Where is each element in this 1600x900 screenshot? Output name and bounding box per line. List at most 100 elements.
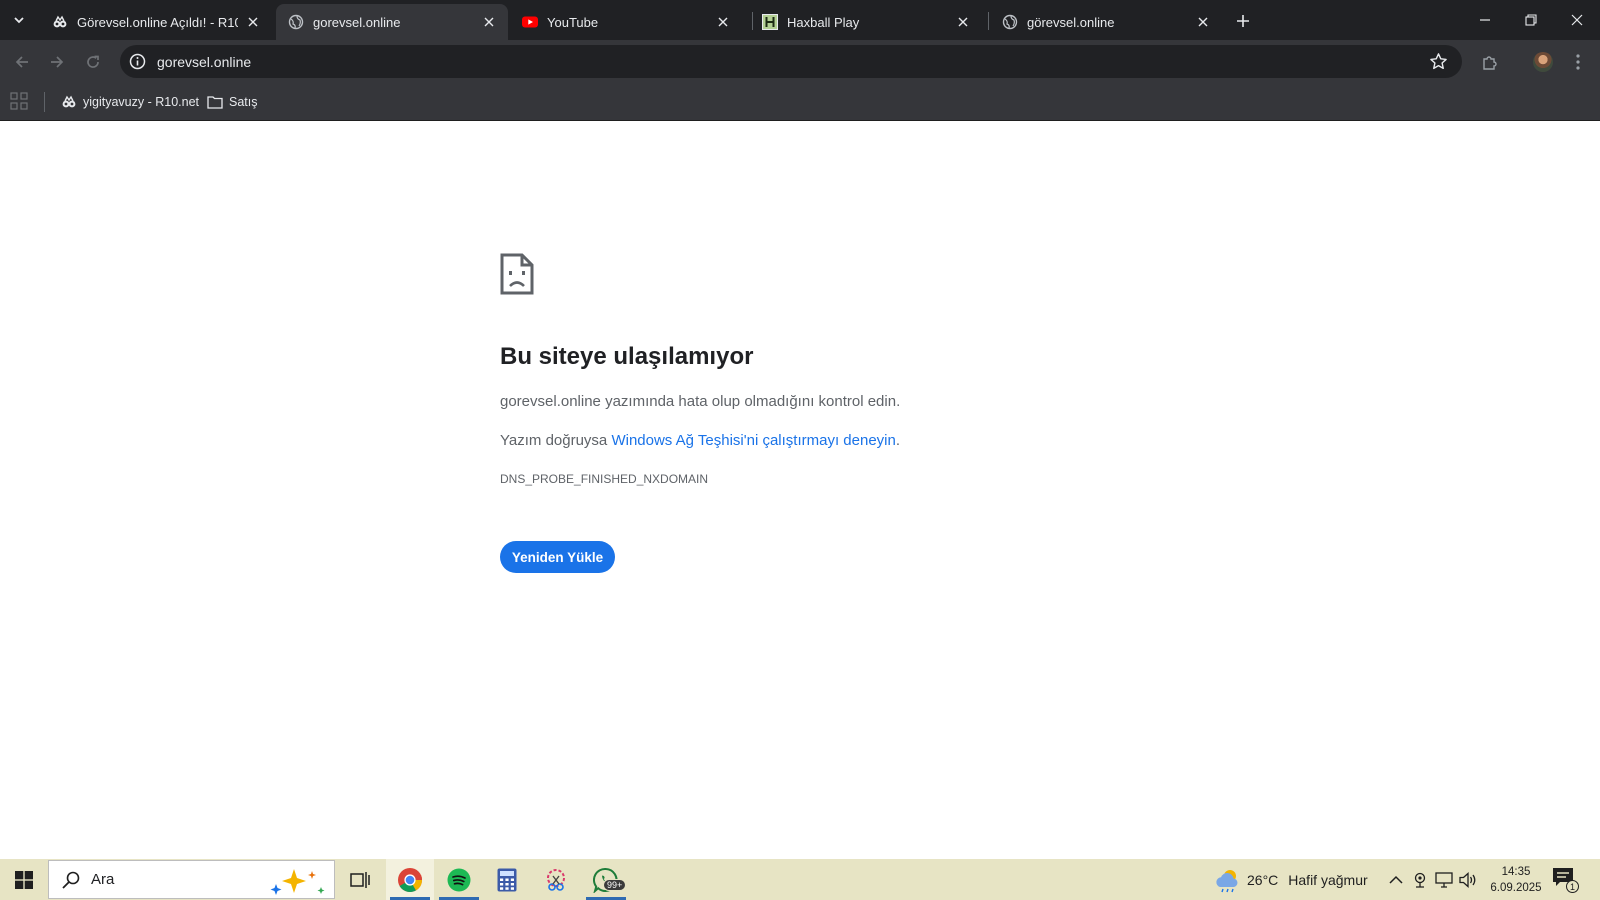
tab-gorevsel-active[interactable]: gorevsel.online	[276, 4, 508, 40]
taskbar-spotify[interactable]	[435, 859, 483, 900]
forward-button[interactable]	[43, 48, 71, 76]
tab-r10[interactable]: Görevsel.online Açıldı! - R10.net	[40, 4, 272, 40]
tab-search-button[interactable]	[5, 5, 33, 35]
r10-icon	[61, 94, 77, 110]
volume-button[interactable]	[1458, 870, 1478, 890]
restore-icon	[1525, 14, 1537, 26]
task-view-button[interactable]	[336, 859, 384, 900]
chrome-icon	[398, 867, 423, 892]
weather-widget[interactable]: 26°C Hafif yağmur	[1215, 859, 1368, 900]
meet-now-button[interactable]	[1410, 870, 1430, 890]
network-icon	[1435, 872, 1453, 888]
tab-title: Görevsel.online Açıldı! - R10.net	[77, 14, 238, 30]
notification-count: 1	[1566, 880, 1579, 893]
tab-gorevsel-2[interactable]: görevsel.online	[990, 4, 1222, 40]
folder-icon	[207, 94, 223, 110]
network-diagnostics-link[interactable]: Windows Ağ Teşhisi'ni çalıştırmayı deney…	[611, 432, 895, 449]
profile-button[interactable]	[1530, 49, 1556, 75]
bookmark-r10[interactable]: yigityavuzy - R10.net	[61, 91, 199, 113]
bookmark-label: Satış	[229, 95, 258, 109]
taskbar: Ara 99+ 26°C Hafif yağmur 14:35 6.09.202…	[0, 859, 1600, 900]
minimize-button[interactable]	[1462, 0, 1508, 40]
avatar	[1533, 52, 1553, 72]
close-icon[interactable]	[480, 13, 498, 31]
camera-icon	[1414, 872, 1426, 888]
rain-cloud-icon	[1216, 869, 1238, 892]
reload-page-button[interactable]: Yeniden Yükle	[500, 541, 615, 573]
weather-condition: Hafif yağmur	[1288, 871, 1368, 888]
globe-icon	[1002, 14, 1018, 30]
sad-document-icon	[500, 253, 534, 295]
youtube-icon	[522, 14, 538, 30]
tab-youtube[interactable]: YouTube	[510, 4, 742, 40]
reload-button[interactable]	[79, 48, 107, 76]
error-diagnostics-prefix: Yazım doğruysa	[500, 432, 612, 449]
arrow-right-icon	[51, 56, 64, 68]
r10-icon	[52, 14, 68, 30]
tab-haxball[interactable]: Haxball Play	[750, 4, 982, 40]
spotify-icon	[447, 868, 471, 891]
task-view-icon	[350, 871, 370, 888]
star-icon[interactable]	[1429, 52, 1448, 71]
tab-title: gorevsel.online	[313, 14, 401, 30]
close-icon[interactable]	[244, 13, 262, 31]
error-code: DNS_PROBE_FINISHED_NXDOMAIN	[500, 472, 709, 486]
extensions-button[interactable]	[1477, 49, 1503, 75]
start-button[interactable]	[0, 859, 48, 900]
close-icon[interactable]	[1194, 13, 1212, 31]
browser-toolbar: gorevsel.online	[0, 40, 1600, 83]
reload-icon	[87, 55, 99, 68]
windows-logo-icon	[15, 870, 33, 889]
show-hidden-icons-button[interactable]	[1386, 870, 1406, 890]
apps-grid-icon[interactable]	[10, 92, 28, 110]
address-bar[interactable]: gorevsel.online	[120, 45, 1462, 78]
puzzle-icon	[1483, 56, 1497, 70]
tab-title: görevsel.online	[1027, 14, 1115, 30]
new-tab-button[interactable]	[1230, 8, 1256, 34]
tab-strip: Görevsel.online Açıldı! - R10.net gorevs…	[0, 0, 1600, 40]
taskbar-snipping-tool[interactable]	[532, 859, 580, 900]
tab-title: Haxball Play	[787, 14, 860, 30]
taskbar-chrome[interactable]	[386, 859, 434, 900]
back-button[interactable]	[8, 48, 36, 76]
weather-temperature: 26°C	[1247, 871, 1279, 888]
clock-time: 14:35	[1501, 866, 1531, 878]
close-icon[interactable]	[714, 13, 732, 31]
more-vert-icon	[1576, 54, 1580, 70]
error-suggestion: gorevsel.online yazımında hata olup olma…	[500, 393, 901, 410]
notification-center-button[interactable]: 1	[1552, 867, 1582, 893]
taskbar-calculator[interactable]	[483, 859, 531, 900]
search-icon	[62, 871, 80, 889]
haxball-icon	[762, 14, 778, 30]
minimize-icon	[1480, 19, 1490, 21]
error-heading: Bu siteye ulaşılamıyor	[500, 343, 754, 370]
error-diagnostics-suffix: .	[895, 432, 901, 449]
plus-icon	[1237, 15, 1249, 27]
tab-separator	[988, 12, 989, 30]
whatsapp-badge: 99+	[603, 879, 627, 891]
sparkle-icon	[270, 869, 325, 895]
network-button[interactable]	[1434, 870, 1454, 890]
close-window-button[interactable]	[1554, 0, 1600, 40]
bookmark-folder-satis[interactable]: Satış	[207, 91, 258, 113]
taskbar-whatsapp[interactable]: 99+	[582, 859, 630, 900]
chevron-up-icon	[1389, 875, 1403, 884]
bookmark-label: yigityavuzy - R10.net	[83, 95, 200, 109]
tab-title: YouTube	[547, 14, 599, 30]
info-icon[interactable]	[129, 53, 146, 70]
arrow-left-icon	[15, 56, 28, 68]
volume-icon	[1459, 872, 1476, 888]
bookmarks-bar: yigityavuzy - R10.net Satış	[0, 83, 1600, 121]
chevron-down-icon	[14, 17, 24, 24]
close-icon[interactable]	[954, 13, 972, 31]
address-bar-url[interactable]: gorevsel.online	[157, 54, 251, 70]
menu-button[interactable]	[1568, 49, 1588, 75]
error-diagnostics-line: Yazım doğruysa Windows Ağ Teşhisi'ni çal…	[500, 432, 900, 449]
bookmark-separator	[44, 92, 45, 112]
taskbar-search[interactable]: Ara	[48, 860, 335, 899]
clock-date: 6.09.2025	[1490, 882, 1542, 894]
globe-icon	[288, 14, 304, 30]
restore-button[interactable]	[1508, 0, 1554, 40]
error-page: Bu siteye ulaşılamıyor gorevsel.online y…	[0, 121, 1600, 859]
clock[interactable]: 14:35 6.09.2025	[1487, 864, 1545, 896]
